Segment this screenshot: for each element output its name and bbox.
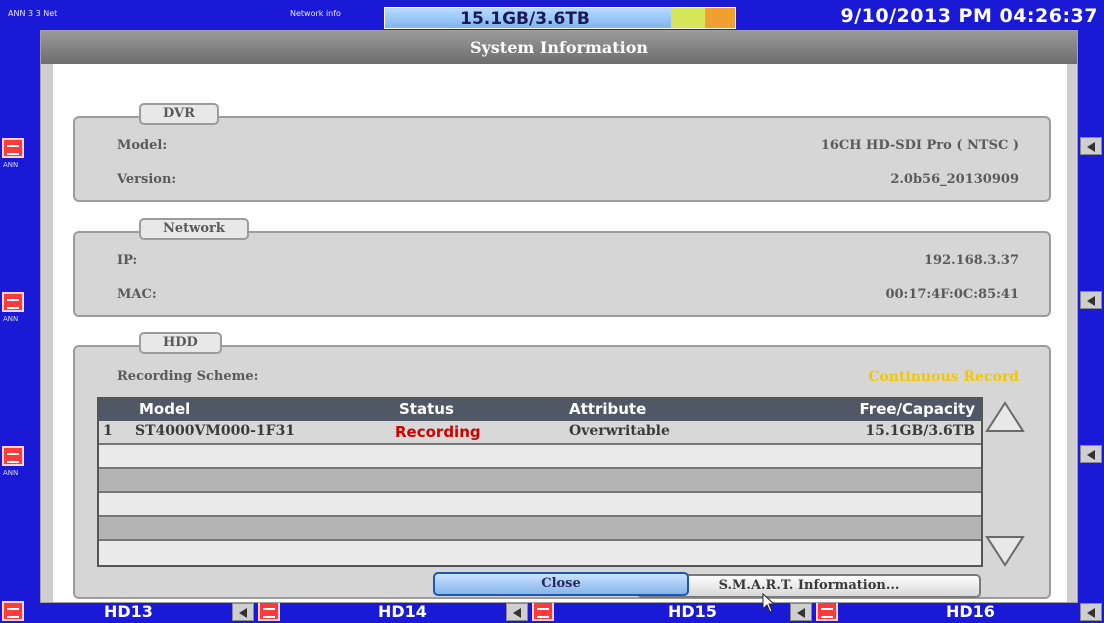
camera-channel-icon[interactable] — [2, 138, 24, 158]
row-model: ST4000VM000-1F31 — [135, 423, 296, 439]
table-row[interactable] — [99, 493, 981, 517]
speaker-icon[interactable] — [1080, 291, 1102, 309]
network-label: Network info — [290, 9, 341, 18]
system-information-dialog: System Information DVR Model: 16CH HD-SD… — [40, 30, 1078, 603]
camera-channel-icon[interactable] — [2, 446, 24, 466]
table-row[interactable] — [99, 517, 981, 541]
top-left-label: ANN 3 3 Net — [8, 9, 58, 18]
scroll-down-button[interactable] — [985, 531, 1025, 571]
version-value: 2.0b56_20130909 — [890, 172, 1019, 187]
storage-segment-green — [671, 8, 705, 28]
camera-channel-icon[interactable] — [2, 601, 24, 621]
close-button[interactable]: Close — [433, 572, 689, 596]
scroll-up-button[interactable] — [985, 397, 1025, 437]
mac-value: 00:17:4F:0C:85:41 — [885, 287, 1019, 302]
hdd-table-header: Model Status Attribute Free/Capacity — [99, 399, 981, 421]
recording-scheme-label: Recording Scheme: — [117, 369, 259, 384]
speaker-icon[interactable] — [1080, 603, 1102, 621]
dvr-group: DVR Model: 16CH HD-SDI Pro ( NTSC ) Vers… — [73, 103, 1051, 202]
speaker-icon[interactable] — [790, 603, 812, 621]
ip-value: 192.168.3.37 — [924, 253, 1019, 268]
column-header-attribute: Attribute — [569, 400, 647, 418]
ip-label: IP: — [117, 253, 138, 268]
channel-hd14: HD14 — [378, 602, 427, 621]
table-row[interactable]: 1 ST4000VM000-1F31 Recording Overwritabl… — [99, 421, 981, 445]
mac-label: MAC: — [117, 287, 157, 302]
channel-hd16: HD16 — [946, 602, 995, 621]
camera-channel-icon[interactable] — [532, 601, 554, 621]
camera-channel-icon[interactable] — [2, 292, 24, 312]
camera-channel-icon[interactable] — [258, 601, 280, 621]
column-header-status: Status — [399, 400, 454, 418]
storage-text: 15.1GB/3.6TB — [460, 9, 590, 29]
channel-label: ANN — [3, 469, 19, 477]
dvr-group-tab: DVR — [139, 103, 219, 125]
speaker-icon[interactable] — [1080, 137, 1102, 155]
storage-segment-orange — [705, 8, 735, 28]
table-row[interactable] — [99, 541, 981, 565]
channel-hd13: HD13 — [104, 602, 153, 621]
version-label: Version: — [117, 172, 177, 187]
row-index: 1 — [103, 423, 113, 439]
network-group: Network IP: 192.168.3.37 MAC: 00:17:4F:0… — [73, 218, 1051, 317]
camera-channel-icon[interactable] — [816, 601, 838, 621]
triangle-down-icon — [985, 536, 1025, 567]
table-row[interactable] — [99, 469, 981, 493]
column-header-model: Model — [139, 400, 191, 418]
network-group-tab: Network — [139, 218, 249, 240]
row-status: Recording — [395, 423, 481, 441]
hdd-group: HDD Recording Scheme: Continuous Record … — [73, 332, 1051, 599]
channel-label: ANN — [3, 161, 19, 169]
triangle-up-icon — [985, 401, 1025, 432]
hdd-group-tab: HDD — [139, 332, 222, 354]
table-row[interactable] — [99, 445, 981, 469]
status-bar: ANN 3 3 Net Network info 15.1GB/3.6TB 9/… — [0, 0, 1104, 30]
speaker-icon[interactable] — [232, 603, 254, 621]
dialog-body: DVR Model: 16CH HD-SDI Pro ( NTSC ) Vers… — [53, 64, 1067, 602]
hdd-table: Model Status Attribute Free/Capacity 1 S… — [97, 397, 983, 567]
speaker-icon[interactable] — [506, 603, 528, 621]
channel-hd15: HD15 — [668, 602, 717, 621]
column-header-capacity: Free/Capacity — [859, 400, 975, 418]
storage-usage-bar: 15.1GB/3.6TB — [384, 7, 736, 29]
mouse-cursor-icon — [762, 593, 776, 613]
date-time: 9/10/2013 PM 04:26:37 — [840, 5, 1098, 27]
model-label: Model: — [117, 138, 168, 153]
model-value: 16CH HD-SDI Pro ( NTSC ) — [820, 138, 1019, 153]
speaker-icon[interactable] — [1080, 445, 1102, 463]
row-attribute: Overwritable — [569, 423, 670, 439]
recording-scheme-value: Continuous Record — [868, 369, 1019, 385]
channel-label: ANN — [3, 315, 19, 323]
dialog-title: System Information — [41, 31, 1077, 64]
row-capacity: 15.1GB/3.6TB — [865, 423, 975, 439]
